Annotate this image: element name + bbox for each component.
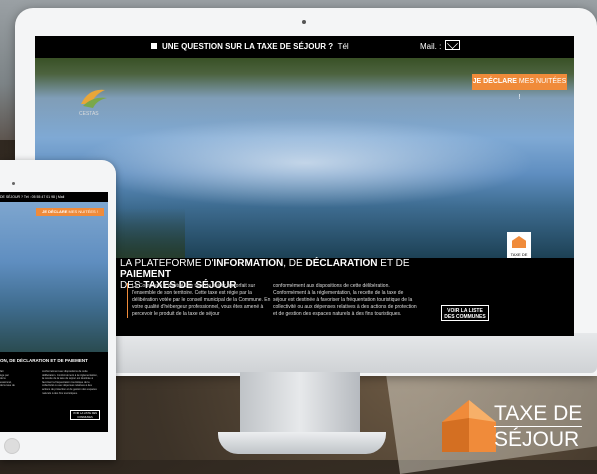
mail-icon[interactable] [445,40,460,50]
ipad-declare-button[interactable]: JE DÉCLARE MES NUITÉES ! [36,208,104,216]
ipad-screen: DE SÉJOUR ? Tél : 05 55 47 01 98 | Mail … [0,192,108,432]
ipad-info-section: ON, DE DÉCLARATION ET DE PAIEMENT fait è… [0,352,108,432]
ipad-view-communes-button[interactable]: VOIR LA LISTE DES COMMUNES [70,410,100,420]
mail-link[interactable]: Mail. : [420,42,441,51]
brand-line-2: SÉJOUR [494,426,583,452]
top-bar: UNE QUESTION SUR LA TAXE DE SÉJOUR ? Tél… [35,36,574,58]
camera-icon [302,20,306,24]
taxe-sejour-logo-icon [442,400,496,452]
ipad-home-button[interactable] [4,438,20,454]
brand-line-1: TAXE DE [494,402,583,425]
svg-text:CESTAS: CESTAS [79,111,99,117]
ipad-headline: ON, DE DÉCLARATION ET DE PAIEMENT [0,358,88,363]
view-communes-button[interactable]: VOIR LA LISTE DES COMMUNES [441,305,489,321]
ipad-text-col-2: conformément aux dispositions de cette d… [42,370,98,395]
ipad-camera-icon [12,182,15,185]
cloud-reflection [75,118,535,208]
imac-stand-base [218,432,386,454]
intro-text-col-1: La Commune a institué une taxe de séjour… [127,283,277,318]
cestas-logo-icon[interactable]: CESTAS [75,82,111,118]
brand-text: TAXE DE SÉJOUR [494,401,583,452]
ipad-top-bar: DE SÉJOUR ? Tél : 05 55 47 01 98 | Mail [0,195,65,199]
declare-nights-button[interactable]: JE DÉCLARE MES NUITÉES ! [472,74,567,101]
intro-text-col-2: conformément aux dispositions de cette d… [273,283,417,317]
ipad-hero-image [0,202,108,352]
house-icon [512,236,526,248]
question-text: UNE QUESTION SUR LA TAXE DE SÉJOUR ? Tél [151,42,349,51]
